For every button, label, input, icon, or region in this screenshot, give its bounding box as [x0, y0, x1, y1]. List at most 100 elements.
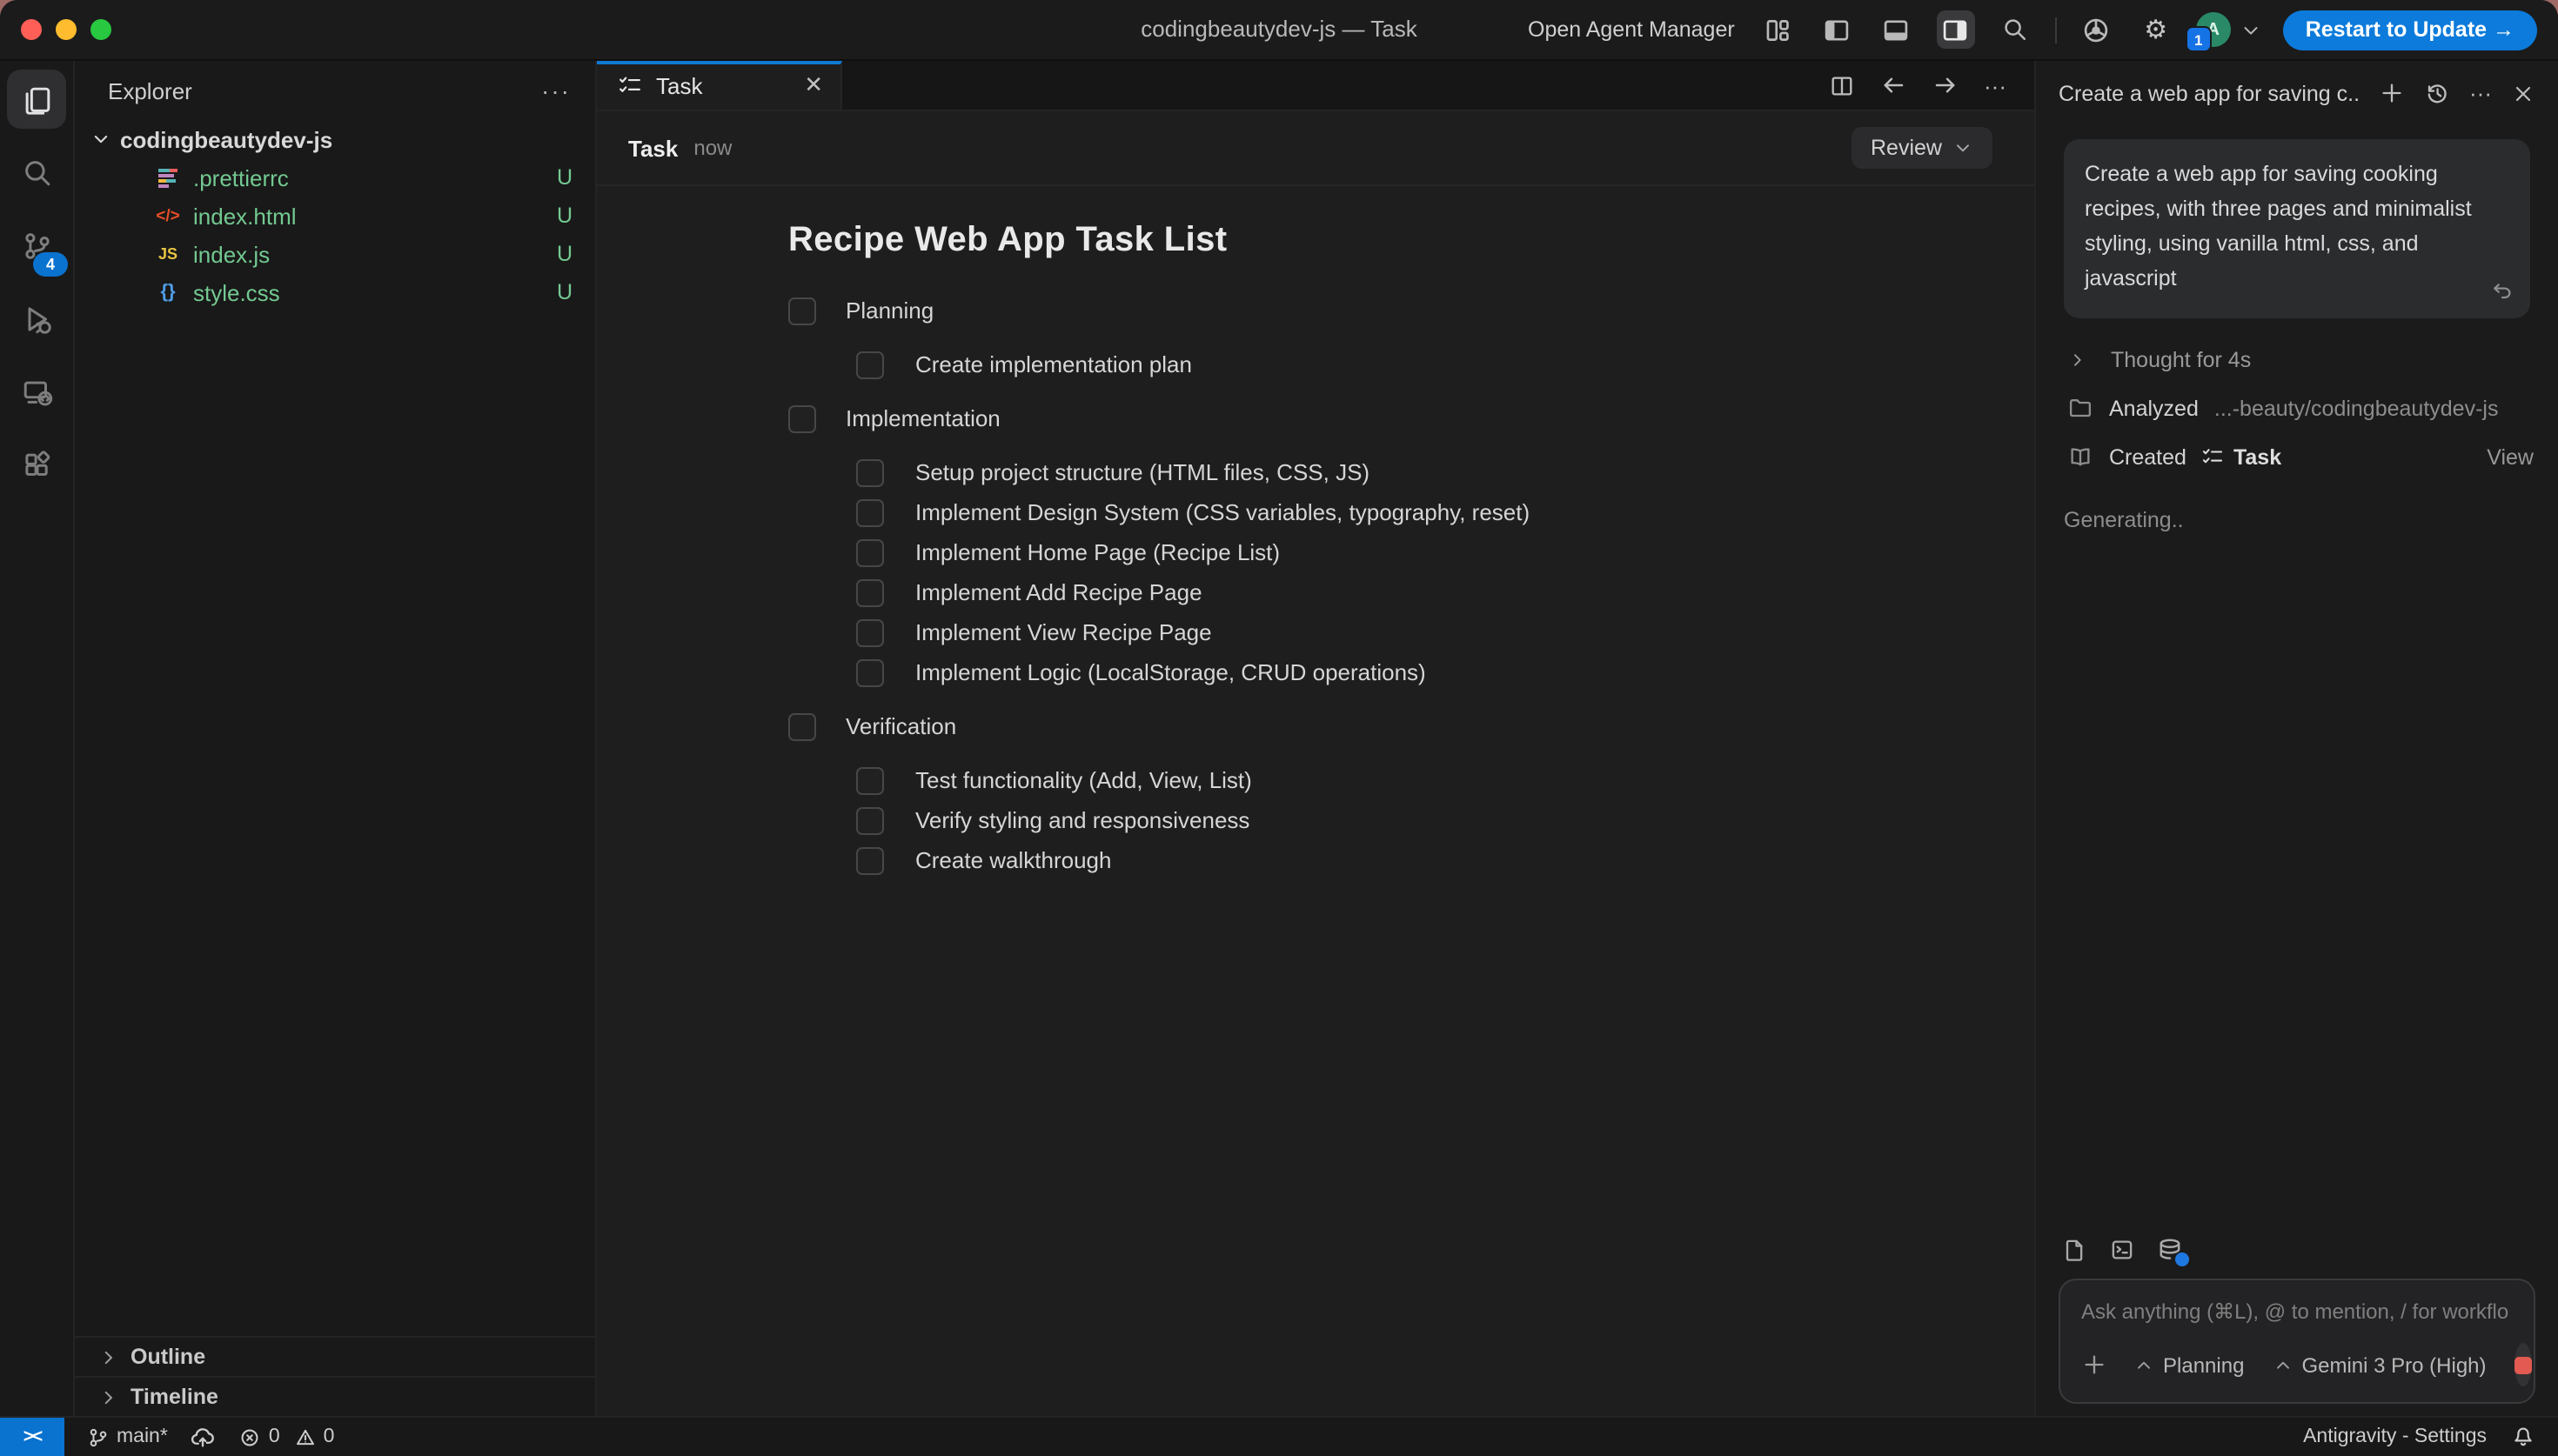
- tab-close-icon[interactable]: ✕: [804, 71, 823, 99]
- task-checkbox[interactable]: [856, 806, 884, 834]
- file-name: index.html: [193, 203, 545, 229]
- mode-selector[interactable]: Planning: [2133, 1352, 2244, 1377]
- toggle-primary-sidebar-icon[interactable]: [1818, 10, 1857, 49]
- toggle-secondary-sidebar-icon[interactable]: [1937, 10, 1975, 49]
- thought-row[interactable]: Thought for 4s: [2060, 348, 2534, 372]
- restart-to-update-button[interactable]: Restart to Update →: [2283, 10, 2537, 50]
- problems-item[interactable]: 0 0: [239, 1426, 335, 1448]
- explorer-more-actions-icon[interactable]: ···: [541, 77, 571, 104]
- search-activity-icon[interactable]: [7, 143, 66, 202]
- task-checkbox[interactable]: [788, 712, 816, 740]
- add-context-icon[interactable]: [2081, 1352, 2107, 1378]
- task-item-row[interactable]: Create implementation plan: [856, 344, 1982, 384]
- chat-input-box[interactable]: Planning Gemini 3 Pro (High): [2059, 1279, 2535, 1404]
- customize-layout-icon[interactable]: [1759, 10, 1798, 49]
- task-item-row[interactable]: Implement Design System (CSS variables, …: [856, 492, 1982, 532]
- task-item-row[interactable]: Implement View Recipe Page: [856, 612, 1982, 652]
- task-item-row[interactable]: Implement Logic (LocalStorage, CRUD oper…: [856, 652, 1982, 692]
- terminal-icon[interactable]: [2109, 1236, 2135, 1262]
- browser-icon[interactable]: [2078, 10, 2116, 49]
- explorer-sidebar: Explorer ··· codingbeautydev-js .prettie…: [75, 61, 597, 1416]
- task-item-row[interactable]: Planning: [788, 291, 1982, 331]
- file-row-style-css[interactable]: {} style.css U: [75, 273, 595, 311]
- task-checkbox[interactable]: [856, 351, 884, 378]
- agent-more-actions-icon[interactable]: ···: [2469, 80, 2492, 106]
- toggle-panel-icon[interactable]: [1878, 10, 1916, 49]
- editor-more-actions-icon[interactable]: ···: [1984, 72, 2006, 98]
- task-timestamp: now: [693, 136, 732, 160]
- close-window-button[interactable]: [21, 19, 42, 40]
- task-item-row[interactable]: Test functionality (Add, View, List): [856, 760, 1982, 800]
- checklist-icon: [2202, 445, 2225, 468]
- task-checkbox[interactable]: [856, 458, 884, 486]
- timeline-section-header[interactable]: Timeline: [75, 1376, 595, 1416]
- extensions-activity-icon[interactable]: [7, 435, 66, 494]
- git-branch-item[interactable]: main*: [87, 1426, 168, 1448]
- explorer-activity-icon[interactable]: [7, 70, 66, 129]
- task-item-row[interactable]: Implement Add Recipe Page: [856, 572, 1982, 612]
- open-agent-manager-button[interactable]: Open Agent Manager: [1528, 17, 1735, 42]
- account-avatar[interactable]: A 1: [2196, 12, 2231, 47]
- task-checkbox[interactable]: [788, 297, 816, 324]
- task-checkbox[interactable]: [856, 658, 884, 686]
- navigate-back-icon[interactable]: [1879, 71, 1907, 99]
- account-chevron-down-icon[interactable]: [2240, 18, 2262, 41]
- stop-generation-button[interactable]: [2514, 1343, 2532, 1386]
- view-link[interactable]: View: [2487, 444, 2534, 469]
- file-row-prettierrc[interactable]: .prettierrc U: [75, 158, 595, 197]
- task-checkbox[interactable]: [856, 498, 884, 526]
- task-item-row[interactable]: Verification: [788, 706, 1982, 746]
- book-icon: [2067, 444, 2093, 470]
- navigate-forward-icon[interactable]: [1932, 71, 1959, 99]
- task-checkbox[interactable]: [856, 578, 884, 606]
- task-checkbox[interactable]: [856, 538, 884, 566]
- undo-icon[interactable]: [2490, 278, 2514, 303]
- status-bar: >< main* 0 0 Antigravity - Settings: [0, 1416, 2558, 1456]
- chat-input[interactable]: [2081, 1299, 2516, 1324]
- source-control-activity-icon[interactable]: 4: [7, 216, 66, 275]
- split-editor-icon[interactable]: [1829, 72, 1855, 98]
- folder-icon: [2067, 395, 2093, 421]
- knowledge-base-icon[interactable]: [2156, 1235, 2184, 1263]
- new-conversation-icon[interactable]: [2379, 80, 2405, 106]
- remote-indicator[interactable]: ><: [0, 1418, 64, 1456]
- task-item-row[interactable]: Implement Home Page (Recipe List): [856, 532, 1982, 572]
- review-button[interactable]: Review: [1852, 127, 1992, 169]
- task-item-row[interactable]: Create walkthrough: [856, 840, 1982, 880]
- task-item-row[interactable]: Implementation: [788, 398, 1982, 438]
- attach-file-icon[interactable]: [2062, 1236, 2088, 1262]
- outline-section-header[interactable]: Outline: [75, 1336, 595, 1376]
- html-file-icon: </>: [155, 203, 181, 229]
- chevron-up-icon: [2133, 1354, 2154, 1375]
- settings-gear-icon[interactable]: ⚙: [2137, 10, 2175, 49]
- git-status-badge: U: [557, 242, 573, 266]
- task-label: Planning: [846, 297, 934, 324]
- model-selector[interactable]: Gemini 3 Pro (High): [2272, 1352, 2486, 1377]
- task-checkbox[interactable]: [856, 846, 884, 874]
- publish-changes-icon[interactable]: [191, 1424, 217, 1450]
- created-step-row[interactable]: Created Task View: [2060, 444, 2534, 470]
- stop-icon: [2514, 1356, 2532, 1373]
- task-checkbox[interactable]: [856, 766, 884, 794]
- settings-status-item[interactable]: Antigravity - Settings: [2303, 1426, 2487, 1447]
- file-row-index-html[interactable]: </> index.html U: [75, 197, 595, 235]
- history-icon[interactable]: [2424, 80, 2450, 106]
- tab-task[interactable]: Task ✕: [597, 61, 842, 110]
- zoom-window-button[interactable]: [90, 19, 111, 40]
- analyzed-step-row[interactable]: Analyzed ...-beauty/codingbeautydev-js: [2060, 395, 2534, 421]
- file-row-index-js[interactable]: JS index.js U: [75, 235, 595, 273]
- task-checkbox[interactable]: [856, 618, 884, 646]
- git-status-badge: U: [557, 165, 573, 190]
- user-message-bubble[interactable]: Create a web app for saving cooking reci…: [2064, 139, 2530, 318]
- prettier-icon: [155, 164, 181, 190]
- remote-explorer-activity-icon[interactable]: [7, 362, 66, 421]
- task-item-row[interactable]: Setup project structure (HTML files, CSS…: [856, 452, 1982, 492]
- minimize-window-button[interactable]: [56, 19, 77, 40]
- close-panel-icon[interactable]: [2511, 81, 2535, 105]
- run-debug-activity-icon[interactable]: [7, 289, 66, 348]
- search-icon[interactable]: [1996, 10, 2034, 49]
- task-checkbox[interactable]: [788, 404, 816, 432]
- task-item-row[interactable]: Verify styling and responsiveness: [856, 800, 1982, 840]
- notifications-bell-icon[interactable]: [2511, 1425, 2535, 1449]
- tree-root-folder[interactable]: codingbeautydev-js: [75, 120, 595, 158]
